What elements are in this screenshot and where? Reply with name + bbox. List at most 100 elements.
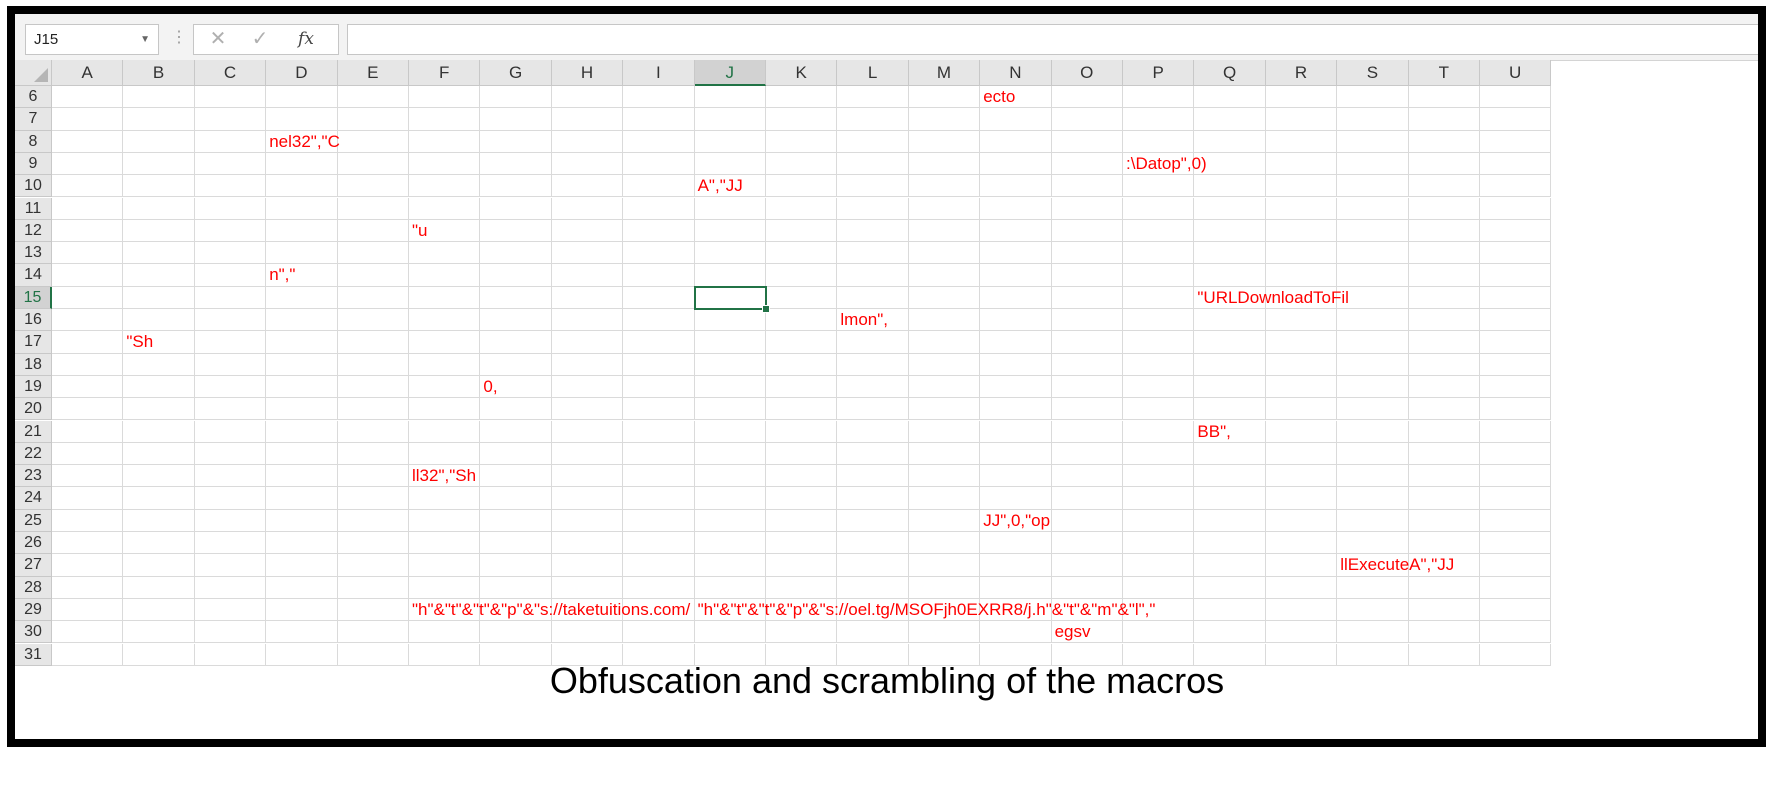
column-header-c[interactable]: C: [194, 60, 267, 86]
cell-t24[interactable]: [1408, 487, 1480, 510]
cell-b12[interactable]: [123, 219, 195, 243]
cell-i17[interactable]: [623, 331, 695, 354]
cell-f15[interactable]: [409, 286, 481, 309]
cell-k26[interactable]: [766, 532, 838, 555]
cell-o20[interactable]: [1051, 398, 1123, 421]
cell-g27[interactable]: [480, 554, 552, 577]
cell-m11[interactable]: [908, 197, 981, 220]
cell-d18[interactable]: [266, 353, 338, 376]
cell-h17[interactable]: [551, 331, 624, 354]
cell-s21[interactable]: [1337, 420, 1409, 443]
cell-r13[interactable]: [1265, 242, 1338, 265]
cell-q12[interactable]: [1194, 219, 1266, 243]
cell-p26[interactable]: [1123, 532, 1195, 555]
cell-j24[interactable]: [694, 487, 766, 510]
cell-g16[interactable]: [480, 309, 552, 332]
cell-e12[interactable]: [337, 219, 409, 243]
cell-d30[interactable]: [266, 621, 338, 644]
cell-o28[interactable]: [1051, 576, 1123, 599]
column-header-f[interactable]: F: [409, 60, 481, 86]
cell-t7[interactable]: [1408, 108, 1480, 131]
cell-o24[interactable]: [1051, 487, 1123, 510]
cell-r12[interactable]: [1265, 219, 1338, 243]
cell-k25[interactable]: [766, 509, 838, 532]
cell-k30[interactable]: [766, 621, 838, 644]
cell-a22[interactable]: [52, 442, 124, 466]
cell-s10[interactable]: [1337, 175, 1409, 198]
cell-u18[interactable]: [1480, 353, 1552, 376]
cell-g15[interactable]: [480, 286, 552, 309]
cell-b18[interactable]: [123, 353, 195, 376]
cell-e26[interactable]: [337, 532, 409, 555]
cell-q6[interactable]: [1194, 86, 1266, 109]
cell-i19[interactable]: [623, 375, 695, 399]
cell-u27[interactable]: [1480, 554, 1552, 577]
cell-i7[interactable]: [623, 108, 695, 131]
cell-t22[interactable]: [1408, 442, 1480, 466]
cell-b22[interactable]: [123, 442, 195, 466]
cell-f17[interactable]: [409, 331, 481, 354]
cell-a23[interactable]: [52, 465, 124, 488]
cell-h22[interactable]: [551, 442, 624, 466]
cell-c15[interactable]: [194, 286, 267, 309]
column-header-b[interactable]: B: [123, 60, 195, 86]
cell-l26[interactable]: [837, 532, 909, 555]
cell-o11[interactable]: [1051, 197, 1123, 220]
column-header-l[interactable]: L: [837, 60, 909, 86]
cell-o16[interactable]: [1051, 309, 1123, 332]
cell-f25[interactable]: [409, 509, 481, 532]
cell-e23[interactable]: [337, 465, 409, 488]
column-header-h[interactable]: H: [551, 60, 624, 86]
cell-m19[interactable]: [908, 375, 981, 399]
cell-p8[interactable]: [1123, 130, 1195, 153]
cell-k15[interactable]: [766, 286, 838, 309]
cell-i23[interactable]: [623, 465, 695, 488]
cell-u26[interactable]: [1480, 532, 1552, 555]
cell-u9[interactable]: [1480, 152, 1552, 176]
cell-f10[interactable]: [409, 175, 481, 198]
cell-e9[interactable]: [337, 152, 409, 176]
cell-s11[interactable]: [1337, 197, 1409, 220]
cell-q23[interactable]: [1194, 465, 1266, 488]
cell-r27[interactable]: [1265, 554, 1338, 577]
cell-m12[interactable]: [908, 219, 981, 243]
cell-r25[interactable]: [1265, 509, 1338, 532]
cell-i8[interactable]: [623, 130, 695, 153]
cell-c25[interactable]: [194, 509, 267, 532]
column-header-u[interactable]: U: [1480, 60, 1552, 86]
cell-a12[interactable]: [52, 219, 124, 243]
cell-h13[interactable]: [551, 242, 624, 265]
cell-m7[interactable]: [908, 108, 981, 131]
cell-q24[interactable]: [1194, 487, 1266, 510]
cell-t28[interactable]: [1408, 576, 1480, 599]
cell-m9[interactable]: [908, 152, 981, 176]
cell-k7[interactable]: [766, 108, 838, 131]
cell-j22[interactable]: [694, 442, 766, 466]
cell-a21[interactable]: [52, 420, 124, 443]
cell-n15[interactable]: [980, 286, 1052, 309]
cell-m15[interactable]: [908, 286, 981, 309]
cell-d26[interactable]: [266, 532, 338, 555]
cell-l9[interactable]: [837, 152, 909, 176]
cell-n20[interactable]: [980, 398, 1052, 421]
cell-e15[interactable]: [337, 286, 409, 309]
cell-k23[interactable]: [766, 465, 838, 488]
cell-e13[interactable]: [337, 242, 409, 265]
row-header-26[interactable]: 26: [15, 532, 52, 555]
cell-q19[interactable]: [1194, 375, 1266, 399]
cell-o7[interactable]: [1051, 108, 1123, 131]
cell-i12[interactable]: [623, 219, 695, 243]
cell-m23[interactable]: [908, 465, 981, 488]
cell-o8[interactable]: [1051, 130, 1123, 153]
cell-p23[interactable]: [1123, 465, 1195, 488]
cell-n27[interactable]: [980, 554, 1052, 577]
cell-d21[interactable]: [266, 420, 338, 443]
cell-b23[interactable]: [123, 465, 195, 488]
cell-d29[interactable]: [266, 598, 338, 622]
cell-u25[interactable]: [1480, 509, 1552, 532]
cell-i6[interactable]: [623, 86, 695, 109]
cell-r24[interactable]: [1265, 487, 1338, 510]
cell-c29[interactable]: [194, 598, 267, 622]
cell-l28[interactable]: [837, 576, 909, 599]
cell-a6[interactable]: [52, 86, 124, 109]
